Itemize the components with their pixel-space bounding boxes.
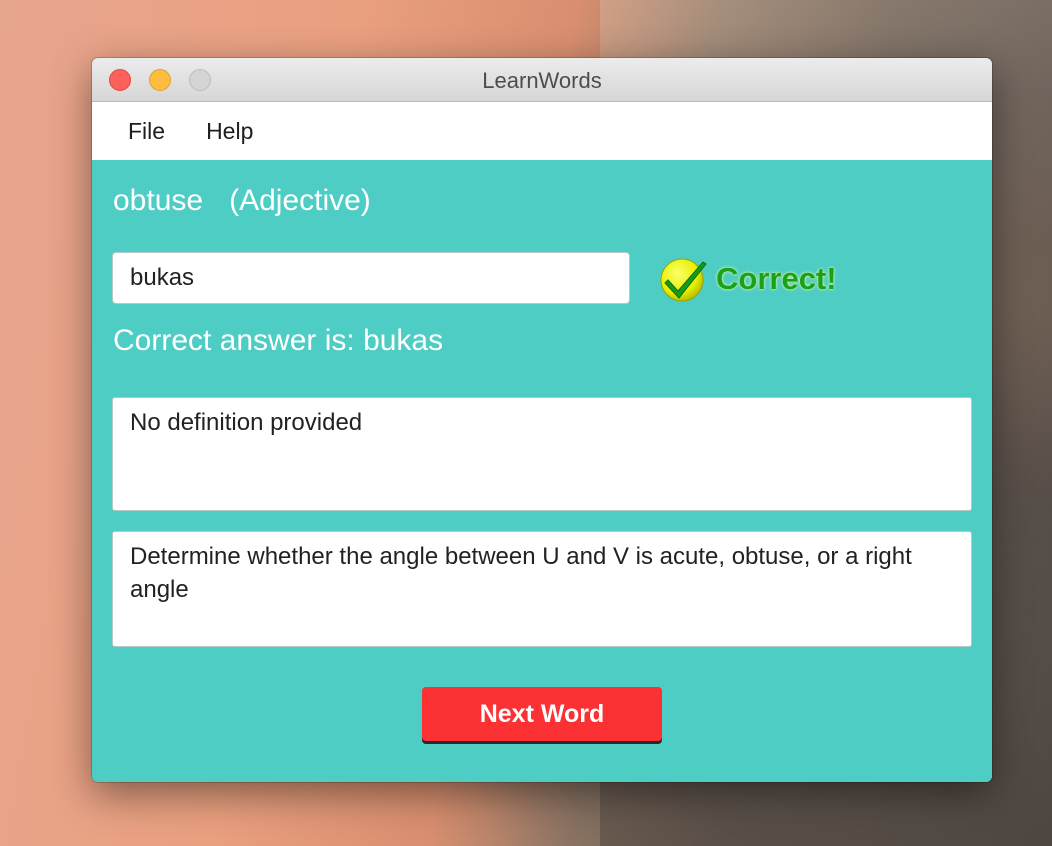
menu-file[interactable]: File xyxy=(128,118,165,145)
correct-answer-text: Correct answer is: bukas xyxy=(113,324,444,357)
app-window: LearnWords File Help obtuse (Adjective) xyxy=(92,58,992,782)
window-title: LearnWords xyxy=(482,68,602,93)
quiz-word: obtuse xyxy=(113,184,204,217)
result-label: Correct! xyxy=(716,261,837,296)
menu-help[interactable]: Help xyxy=(206,118,253,145)
word-heading: obtuse (Adjective) xyxy=(113,184,371,218)
next-word-button[interactable]: Next Word xyxy=(422,687,662,741)
quiz-panel: obtuse (Adjective) Correct! xyxy=(92,160,992,782)
desktop-background: LearnWords File Help obtuse (Adjective) xyxy=(0,0,1052,846)
definition-textarea[interactable]: No definition provided xyxy=(112,397,972,511)
check-icon xyxy=(660,258,707,302)
part-of-speech: (Adjective) xyxy=(229,184,371,217)
title-bar[interactable]: LearnWords xyxy=(92,58,992,102)
result-indicator: Correct! xyxy=(659,254,837,304)
example-textarea[interactable]: Determine whether the angle between U an… xyxy=(112,531,972,647)
answer-input[interactable] xyxy=(112,252,630,304)
menu-bar: File Help xyxy=(92,102,992,160)
